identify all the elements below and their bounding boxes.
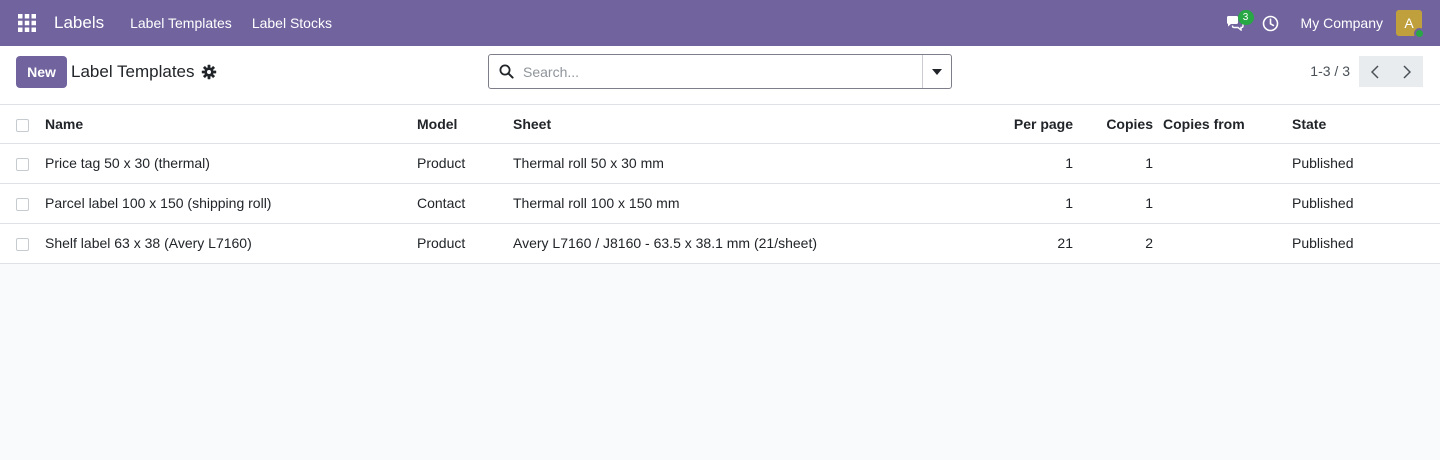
column-header-copies[interactable]: Copies xyxy=(1073,105,1153,144)
cell-copies-from xyxy=(1153,143,1292,184)
cell-model: Product xyxy=(417,223,513,264)
top-navbar: Labels Label Templates Label Stocks 3 My… xyxy=(0,0,1440,46)
company-switcher[interactable]: My Company xyxy=(1301,15,1383,31)
cell-name: Price tag 50 x 30 (thermal) xyxy=(45,143,417,184)
cell-state: Published xyxy=(1292,183,1440,224)
pager-previous-button[interactable] xyxy=(1359,56,1391,87)
search-icon-container xyxy=(489,55,523,88)
table-row[interactable]: Parcel label 100 x 150 (shipping roll) C… xyxy=(0,183,1440,224)
column-header-name[interactable]: Name xyxy=(45,105,417,144)
messaging-button[interactable]: 3 xyxy=(1217,0,1254,46)
search-bar xyxy=(488,54,952,89)
column-header-model[interactable]: Model xyxy=(417,105,513,144)
cell-per-page: 1 xyxy=(963,143,1073,184)
column-header-per-page[interactable]: Per page xyxy=(963,105,1073,144)
pager-next-button[interactable] xyxy=(1391,56,1423,87)
cell-per-page: 21 xyxy=(963,223,1073,264)
column-header-copies-from[interactable]: Copies from xyxy=(1153,105,1292,144)
activities-button[interactable] xyxy=(1253,0,1289,46)
user-avatar[interactable]: A xyxy=(1396,10,1425,39)
cell-copies-from xyxy=(1153,183,1292,224)
cell-name: Shelf label 63 x 38 (Avery L7160) xyxy=(45,223,417,264)
online-status-indicator xyxy=(1414,28,1425,39)
control-panel: New Label Templates 1-3 xyxy=(0,46,1440,105)
table-header-row: Name Model Sheet Per page Copies Copies … xyxy=(0,105,1440,144)
cell-model: Product xyxy=(417,143,513,184)
gear-icon[interactable] xyxy=(201,64,217,80)
cell-per-page: 1 xyxy=(963,183,1073,224)
menu-label-stocks[interactable]: Label Stocks xyxy=(252,15,332,31)
records-table: Name Model Sheet Per page Copies Copies … xyxy=(0,105,1440,264)
row-checkbox[interactable] xyxy=(16,157,29,171)
table-row[interactable]: Shelf label 63 x 38 (Avery L7160) Produc… xyxy=(0,223,1440,264)
chevron-left-icon xyxy=(1371,64,1379,79)
search-icon xyxy=(499,64,514,79)
avatar-initial: A xyxy=(1404,15,1414,31)
cell-sheet: Thermal roll 100 x 150 mm xyxy=(513,183,963,224)
select-all-checkbox[interactable] xyxy=(16,118,29,132)
search-options-toggle[interactable] xyxy=(922,55,951,88)
select-all-cell xyxy=(0,105,45,144)
column-header-sheet[interactable]: Sheet xyxy=(513,105,963,144)
column-header-state[interactable]: State xyxy=(1292,105,1440,144)
cell-copies: 2 xyxy=(1073,223,1153,264)
table-row[interactable]: Price tag 50 x 30 (thermal) Product Ther… xyxy=(0,143,1440,184)
row-select-cell xyxy=(0,183,45,224)
apps-menu-button[interactable] xyxy=(0,0,54,46)
list-view: Name Model Sheet Per page Copies Copies … xyxy=(0,105,1440,264)
cell-state: Published xyxy=(1292,143,1440,184)
row-select-cell xyxy=(0,143,45,184)
search-input[interactable] xyxy=(523,55,922,88)
new-button[interactable]: New xyxy=(16,56,67,88)
page-title[interactable]: Label Templates xyxy=(71,62,195,82)
cell-sheet: Thermal roll 50 x 30 mm xyxy=(513,143,963,184)
chevron-right-icon xyxy=(1403,64,1411,79)
pager-value[interactable]: 1-3 / 3 xyxy=(1310,63,1350,79)
clock-icon xyxy=(1262,15,1279,31)
row-checkbox[interactable] xyxy=(16,197,29,211)
cell-model: Contact xyxy=(417,183,513,224)
row-checkbox[interactable] xyxy=(16,237,29,251)
caret-down-icon xyxy=(932,68,942,75)
cell-state: Published xyxy=(1292,223,1440,264)
cell-sheet: Avery L7160 / J8160 - 63.5 x 38.1 mm (21… xyxy=(513,223,963,264)
apps-grid-icon xyxy=(18,14,36,32)
cell-copies: 1 xyxy=(1073,143,1153,184)
app-name[interactable]: Labels xyxy=(54,13,104,33)
cell-copies-from xyxy=(1153,223,1292,264)
cell-name: Parcel label 100 x 150 (shipping roll) xyxy=(45,183,417,224)
row-select-cell xyxy=(0,223,45,264)
cell-copies: 1 xyxy=(1073,183,1153,224)
menu-label-templates[interactable]: Label Templates xyxy=(130,15,232,31)
messages-count-badge: 3 xyxy=(1237,10,1254,25)
